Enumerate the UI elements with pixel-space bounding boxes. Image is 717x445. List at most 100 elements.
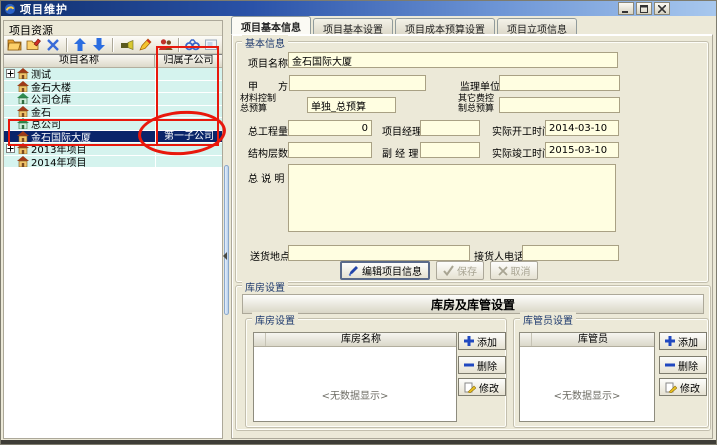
house-icon xyxy=(17,131,29,142)
house-icon xyxy=(17,143,29,154)
tab-basic-settings[interactable]: 项目基本设置 xyxy=(313,18,393,34)
plus-icon xyxy=(665,336,675,346)
tree-row[interactable]: 公司仓库 xyxy=(4,93,222,106)
tree-toolbar xyxy=(4,36,222,54)
tree-row[interactable]: 2014年项目 xyxy=(4,156,222,169)
structure-floors-label: 结构层数 xyxy=(248,145,288,160)
actual-end-label: 实际竣工时间 xyxy=(492,145,552,160)
edit-folder-icon[interactable] xyxy=(25,37,42,53)
column-header-project-name: 项目名称 xyxy=(4,55,155,67)
tree-item-label: 测试 xyxy=(31,68,51,80)
keeper-add-button[interactable]: 添加 xyxy=(659,332,707,350)
warehouse-left-group: 库房设置 库房名称 <无数据显示> 添加 删除 修改 xyxy=(245,318,507,428)
tab-project-approval[interactable]: 项目立项信息 xyxy=(497,18,577,34)
tree-item-label: 总公司 xyxy=(31,118,61,130)
save-button[interactable]: 保存 xyxy=(436,261,484,280)
collapse-arrow-icon[interactable] xyxy=(223,252,227,260)
material-budget-label: 材料控制总预算 xyxy=(240,94,284,114)
no-data-text: <无数据显示> xyxy=(254,347,456,402)
deputy-manager-input[interactable] xyxy=(420,142,480,158)
project-manager-label: 项目经理 xyxy=(382,123,422,138)
keeper-modify-button[interactable]: 修改 xyxy=(659,378,707,396)
open-folder-icon[interactable] xyxy=(6,37,23,53)
tree-row[interactable]: 测试 xyxy=(4,68,222,81)
view-icon[interactable] xyxy=(118,37,135,53)
total-quantity-input[interactable] xyxy=(288,120,372,136)
party-a-input[interactable] xyxy=(289,75,426,91)
table-header: 库管员 xyxy=(520,333,654,347)
supervisor-input[interactable] xyxy=(499,75,620,91)
keeper-table: 库管员 <无数据显示> xyxy=(519,332,655,422)
keeper-delete-button[interactable]: 删除 xyxy=(659,356,707,374)
users-icon[interactable] xyxy=(156,37,173,53)
subsidiary-cell xyxy=(155,68,222,80)
tree-item-label: 2014年项目 xyxy=(31,156,86,168)
row-indicator-stub xyxy=(520,333,532,346)
tree-row[interactable]: 总公司 xyxy=(4,118,222,131)
structure-floors-input[interactable] xyxy=(288,142,372,158)
actual-start-input[interactable] xyxy=(545,120,619,136)
description-textarea[interactable] xyxy=(288,164,616,232)
tab-basic-info[interactable]: 项目基本信息 xyxy=(231,16,311,34)
material-budget-input[interactable] xyxy=(307,97,396,113)
project-name-input[interactable] xyxy=(288,52,618,68)
move-up-icon[interactable] xyxy=(72,37,89,53)
subsidiary-cell xyxy=(155,143,222,155)
house-icon xyxy=(17,106,29,117)
other-budget-input[interactable] xyxy=(499,97,620,113)
table-header: 库房名称 xyxy=(254,333,456,347)
group-title: 基本信息 xyxy=(242,35,288,50)
total-quantity-label: 总工程量 xyxy=(248,123,288,138)
row-indicator-stub xyxy=(254,333,266,346)
no-data-text: <无数据显示> xyxy=(520,347,654,402)
column-header-subsidiary: 归属子公司 xyxy=(155,55,222,67)
app-icon xyxy=(4,3,16,15)
subsidiary-cell xyxy=(155,118,222,130)
tree-item-label: 金石国际大厦 xyxy=(31,131,91,143)
expand-icon[interactable] xyxy=(6,69,15,78)
delivery-address-label: 送货地点 xyxy=(250,248,290,263)
expand-icon[interactable] xyxy=(6,144,15,153)
subsidiary-cell xyxy=(155,156,222,168)
check-icon xyxy=(443,265,454,276)
delete-icon[interactable] xyxy=(44,37,61,53)
subsidiary-cell: 第一子公司 xyxy=(155,131,222,143)
tree-row[interactable]: 2013年项目 xyxy=(4,143,222,156)
delivery-address-input[interactable] xyxy=(288,245,470,261)
panel-splitter[interactable] xyxy=(223,20,231,439)
party-a-label: 甲 方 xyxy=(248,78,288,93)
tree-header: 项目名称 归属子公司 xyxy=(4,55,222,68)
tree-row[interactable]: 金石大楼 xyxy=(4,81,222,94)
house-icon xyxy=(17,156,29,167)
actual-end-input[interactable] xyxy=(545,142,619,158)
project-name-label: 项目名称* xyxy=(248,55,293,70)
subsidiary-cell xyxy=(155,93,222,105)
minus-icon xyxy=(665,360,675,370)
keeper-group: 库管员设置 库管员 <无数据显示> 添加 删除 修改 xyxy=(513,318,709,428)
warehouse-modify-button[interactable]: 修改 xyxy=(458,378,506,396)
tree-row[interactable]: 金石 xyxy=(4,106,222,119)
warehouse-add-button[interactable]: 添加 xyxy=(458,332,506,350)
tab-cost-budget-settings[interactable]: 项目成本预算设置 xyxy=(395,18,495,34)
window-bottom-edge xyxy=(1,440,716,444)
tree-row-selected[interactable]: 金石国际大厦 第一子公司 xyxy=(4,131,222,144)
detail-panel: 项目基本信息 项目基本设置 项目成本预算设置 项目立项信息 基本信息 项目名称*… xyxy=(231,11,713,439)
warehouse-delete-button[interactable]: 删除 xyxy=(458,356,506,374)
edit-project-button[interactable]: 编辑项目信息 xyxy=(340,261,430,280)
subsidiary-cell xyxy=(155,81,222,93)
move-down-icon[interactable] xyxy=(91,37,108,53)
splitter-handle[interactable] xyxy=(224,165,229,315)
other-budget-label: 其它费控制总预算 xyxy=(458,94,502,114)
house-icon xyxy=(17,68,29,79)
keeper-column: 库管员 xyxy=(532,333,654,346)
panel-title: 项目资源 xyxy=(4,21,222,36)
project-resource-panel: 项目资源 项目名称 归属子公司 测试 xyxy=(3,20,223,439)
preview-icon-disabled xyxy=(203,37,220,53)
project-tree: 项目名称 归属子公司 测试 金石大楼 公司仓库 xyxy=(4,54,222,438)
find-icon[interactable] xyxy=(184,37,201,53)
project-manager-input[interactable] xyxy=(420,120,480,136)
cancel-button[interactable]: 取消 xyxy=(490,261,538,280)
receiver-phone-input[interactable] xyxy=(522,245,619,261)
group-title: 库房设置 xyxy=(252,312,298,327)
modify-pencil-icon[interactable] xyxy=(137,37,154,53)
